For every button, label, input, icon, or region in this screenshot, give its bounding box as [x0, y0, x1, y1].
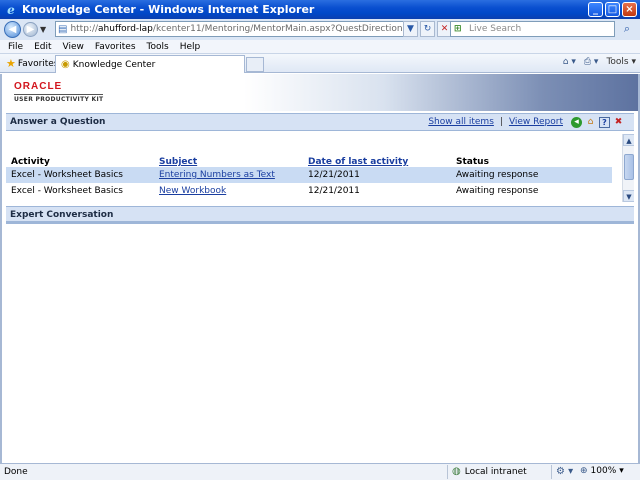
menu-edit[interactable]: Edit: [34, 42, 51, 52]
page-favicon-icon: ◉: [61, 59, 70, 70]
menu-tools[interactable]: Tools: [147, 42, 169, 52]
scroll-up-icon[interactable]: ▲: [623, 134, 634, 146]
show-all-items-link[interactable]: Show all items: [428, 114, 494, 130]
zoom-level: 100%: [590, 466, 617, 476]
subject-link[interactable]: New Workbook: [159, 183, 226, 199]
logo-brand: ORACLE: [14, 81, 63, 92]
tab-label: Knowledge Center: [72, 59, 156, 70]
questions-table: Activity Subject Date of last activity S…: [6, 132, 634, 204]
favorites-button[interactable]: ★ Favorites: [6, 57, 59, 70]
forward-button[interactable]: ▶: [23, 22, 38, 37]
recent-pages-dropdown-icon[interactable]: ▼: [40, 25, 46, 34]
security-zone[interactable]: ◍ Local intranet: [452, 466, 527, 477]
print-icon[interactable]: ⎙ ▾: [584, 57, 599, 67]
answer-question-title: Answer a Question: [10, 117, 106, 127]
star-icon: ★: [6, 57, 16, 70]
new-tab-button[interactable]: [246, 57, 264, 72]
menu-file[interactable]: File: [8, 42, 23, 52]
zoom-icon: ⊕: [580, 466, 588, 476]
status-divider: [447, 465, 448, 479]
ie-logo-icon: e: [7, 2, 15, 17]
search-placeholder: Live Search: [469, 24, 522, 34]
answer-question-header: Answer a Question Show all items | View …: [6, 113, 634, 131]
address-toolbar: ◀ ▶ ▼ ▤ http://ahufford-lap/kcenter11/Me…: [0, 19, 640, 40]
view-report-link[interactable]: View Report: [509, 114, 563, 130]
minimize-button[interactable]: _: [588, 2, 603, 17]
back-button[interactable]: ◀: [4, 21, 21, 38]
home-icon[interactable]: ⌂ ▾: [563, 57, 576, 67]
link-separator: |: [499, 117, 503, 127]
url-prefix: http://: [70, 24, 99, 34]
tools-label: Tools: [606, 57, 629, 67]
oracle-upk-logo: ORACLE USER PRODUCTIVITY KIT: [14, 81, 104, 103]
activity-cell: Excel - Worksheet Basics: [11, 170, 123, 180]
url-path: /kcenter11/Mentoring/MentorMain.aspx?Que…: [152, 24, 414, 34]
answer-panel-actions: Show all items | View Report ◂ ⌂ ? ✖: [428, 114, 624, 130]
tools-menu[interactable]: Tools ▾: [606, 57, 636, 67]
status-text: Done: [4, 467, 28, 477]
scroll-down-icon[interactable]: ▼: [623, 190, 634, 202]
zoom-control[interactable]: ⊕ 100% ▾: [580, 466, 624, 476]
menu-favorites[interactable]: Favorites: [95, 42, 136, 52]
search-button[interactable]: ⌕: [616, 21, 638, 37]
expert-conversation-title: Expert Conversation: [10, 210, 114, 220]
menu-view[interactable]: View: [63, 42, 84, 52]
date-cell: 12/21/2011: [308, 186, 360, 196]
address-tools: ▼ ↻ ✕: [403, 21, 452, 37]
page-content: ORACLE USER PRODUCTIVITY KIT Answer a Qu…: [0, 74, 640, 463]
tab-bar: ★ Favorites ◉ Knowledge Center ⌂ ▾ ⎙ ▾ T…: [0, 54, 640, 73]
help-icon[interactable]: ?: [599, 116, 610, 128]
favorites-label: Favorites: [17, 58, 59, 69]
search-input[interactable]: ⊞ Live Search: [450, 21, 615, 37]
menu-bar: File Edit View Favorites Tools Help: [0, 40, 640, 54]
command-bar: ⌂ ▾ ⎙ ▾ Tools ▾: [563, 57, 636, 67]
delete-icon[interactable]: ✖: [613, 117, 624, 128]
window-controls: _ □ ×: [588, 2, 637, 17]
window-title: Knowledge Center - Windows Internet Expl…: [22, 3, 315, 16]
intranet-globe-icon: ◍: [452, 466, 461, 477]
subject-link[interactable]: Entering Numbers as Text: [159, 167, 275, 183]
status-divider: [551, 465, 552, 479]
address-input[interactable]: ▤ http://ahufford-lap/kcenter11/Mentorin…: [55, 21, 415, 37]
activity-cell: Excel - Worksheet Basics: [11, 186, 123, 196]
home-icon[interactable]: ⌂: [585, 117, 596, 128]
window-title-bar[interactable]: e Knowledge Center - Windows Internet Ex…: [0, 0, 640, 19]
back-icon[interactable]: ◂: [571, 116, 582, 128]
status-bar: Done ◍ Local intranet ⚙ ▾ ⊕ 100% ▾: [0, 463, 640, 480]
panel-icons: ◂ ⌂ ? ✖: [571, 116, 624, 128]
tab-knowledge-center[interactable]: ◉ Knowledge Center: [55, 55, 245, 73]
status-cell: Awaiting response: [456, 186, 539, 196]
logo-product: USER PRODUCTIVITY KIT: [14, 94, 104, 103]
scroll-thumb[interactable]: [624, 154, 634, 180]
expert-conversation-header: Expert Conversation: [6, 206, 634, 224]
table-row[interactable]: Excel - Worksheet Basics New Workbook 12…: [6, 183, 612, 199]
menu-help[interactable]: Help: [180, 42, 201, 52]
header-banner: ORACLE USER PRODUCTIVITY KIT: [2, 74, 638, 111]
table-row[interactable]: Excel - Worksheet Basics Entering Number…: [6, 167, 612, 183]
zone-label: Local intranet: [464, 466, 527, 477]
url-host: ahufford-lap: [98, 24, 153, 34]
close-button[interactable]: ×: [622, 2, 637, 17]
maximize-button[interactable]: □: [605, 2, 620, 17]
zoom-dropdown-icon: ▾: [619, 466, 624, 476]
address-dropdown-button[interactable]: ▼: [403, 21, 418, 37]
page-icon: ▤: [58, 23, 68, 35]
table-scrollbar[interactable]: ▲ ▼: [622, 134, 634, 202]
status-cell: Awaiting response: [456, 170, 539, 180]
protected-mode-icon[interactable]: ⚙ ▾: [556, 466, 573, 477]
date-cell: 12/21/2011: [308, 170, 360, 180]
live-search-icon: ⊞: [454, 24, 462, 34]
refresh-button[interactable]: ↻: [420, 21, 435, 37]
